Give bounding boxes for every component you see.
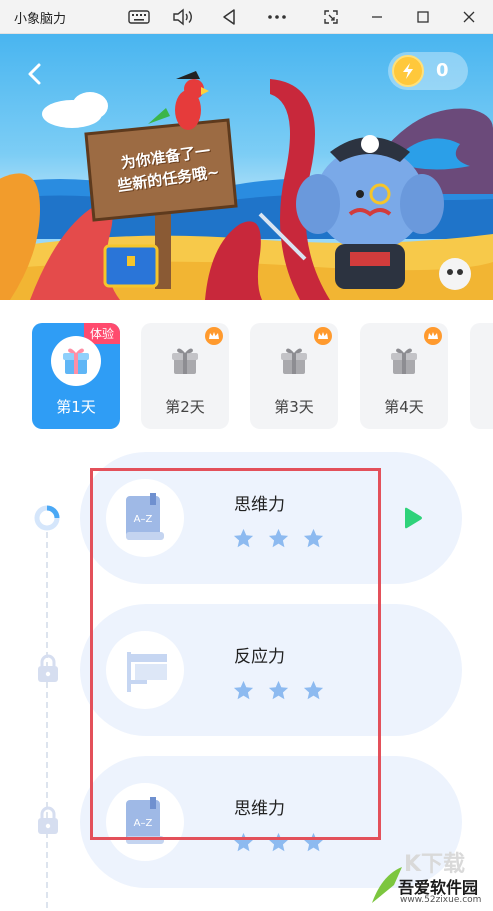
day-tab-2[interactable]: 第2天 bbox=[141, 323, 229, 429]
timeline-line bbox=[46, 532, 48, 911]
pirate-banner: 为你准备了一 些新的任务哦~ 0 bbox=[0, 34, 493, 300]
app-title: 小象脑力 bbox=[14, 12, 67, 27]
gift-icon bbox=[160, 336, 210, 386]
day-label: 第4天 bbox=[384, 398, 424, 416]
volume-icon[interactable] bbox=[170, 5, 196, 29]
gift-icon bbox=[51, 336, 101, 386]
gift-icon bbox=[379, 336, 429, 386]
close-icon[interactable] bbox=[456, 5, 482, 29]
crown-icon bbox=[424, 327, 442, 345]
lightning-coin-icon bbox=[392, 55, 424, 87]
keyboard-icon[interactable] bbox=[126, 5, 152, 29]
more-icon[interactable] bbox=[264, 5, 290, 29]
gift-icon bbox=[269, 336, 319, 386]
watermark-url: www.52zixue.com bbox=[400, 895, 482, 905]
back-triangle-icon[interactable] bbox=[216, 5, 242, 29]
minimize-icon[interactable] bbox=[364, 5, 390, 29]
play-button[interactable] bbox=[402, 506, 424, 530]
highlight-annotation-box bbox=[90, 468, 381, 840]
lock-icon bbox=[36, 806, 60, 836]
day-label: 第3天 bbox=[274, 398, 314, 416]
day-label: 第1天 bbox=[56, 398, 96, 416]
day-tab-1[interactable]: 体验 第1天 bbox=[32, 323, 120, 429]
day-label: 第2天 bbox=[165, 398, 205, 416]
crown-icon bbox=[314, 327, 332, 345]
window-titlebar: 小象脑力 bbox=[0, 0, 493, 34]
day-tab-4[interactable]: 第4天 bbox=[360, 323, 448, 429]
day-tab-3[interactable]: 第3天 bbox=[250, 323, 338, 429]
progress-ring-icon bbox=[33, 504, 61, 532]
back-button[interactable] bbox=[22, 60, 50, 88]
lock-icon bbox=[36, 654, 60, 684]
crown-icon bbox=[205, 327, 223, 345]
screenshot-icon[interactable] bbox=[318, 5, 344, 29]
coin-count: 0 bbox=[436, 60, 449, 81]
day-tab-5-partial[interactable] bbox=[470, 323, 493, 429]
maximize-icon[interactable] bbox=[410, 5, 436, 29]
coin-balance[interactable]: 0 bbox=[388, 52, 468, 90]
